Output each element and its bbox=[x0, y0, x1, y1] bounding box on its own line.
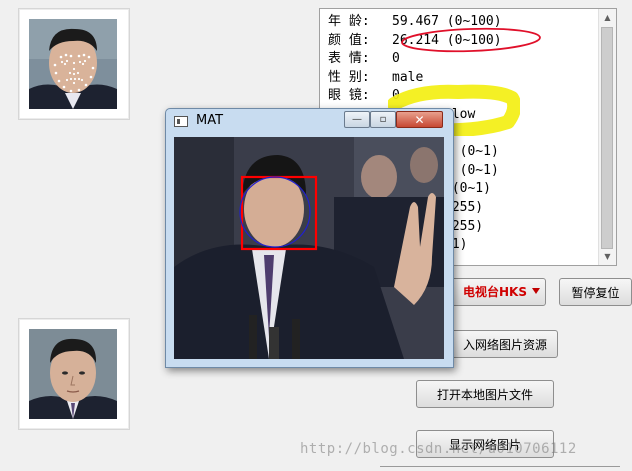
face-landmarks-image bbox=[29, 19, 117, 109]
arrow-up-icon[interactable]: ▲ bbox=[599, 9, 616, 26]
info-key: 性 别: bbox=[328, 69, 370, 85]
mat-window[interactable]: MAT — ▫ ✕ bbox=[165, 108, 454, 368]
chevron-down-icon[interactable] bbox=[532, 288, 540, 294]
info-value: 0 bbox=[392, 51, 400, 67]
mat-window-title: MAT bbox=[196, 113, 224, 128]
vertical-scrollbar[interactable]: ▲ ▼ bbox=[598, 9, 616, 265]
arrow-down-icon[interactable]: ▼ bbox=[599, 248, 616, 265]
mat-image-canvas bbox=[174, 137, 444, 359]
face-image bbox=[29, 329, 117, 419]
maximize-button[interactable]: ▫ bbox=[370, 111, 396, 128]
open-local-image-button[interactable]: 打开本地图片文件 bbox=[416, 380, 554, 408]
close-button[interactable]: ✕ bbox=[396, 111, 443, 128]
red-ellipse-annotation bbox=[401, 27, 541, 53]
minimize-button[interactable]: — bbox=[344, 111, 370, 128]
info-key: 年 龄: bbox=[328, 14, 370, 29]
info-value: male bbox=[392, 69, 424, 85]
partial-control-edge bbox=[380, 466, 620, 471]
window-app-icon bbox=[174, 116, 188, 127]
info-key: 表 情: bbox=[328, 51, 370, 67]
watermark-text: http://blog.csdn.net/u010706112 bbox=[300, 441, 577, 457]
face-thumbnail-landmarks bbox=[18, 8, 130, 120]
info-key: 颜 值: bbox=[328, 32, 370, 48]
mat-titlebar[interactable]: MAT — ▫ ✕ bbox=[166, 109, 453, 135]
face-thumbnail bbox=[18, 318, 130, 430]
scrollbar-thumb[interactable] bbox=[601, 27, 613, 249]
pause-reset-button[interactable]: 暂停复位 bbox=[559, 278, 632, 306]
info-key: 眼 镜: bbox=[328, 88, 370, 104]
